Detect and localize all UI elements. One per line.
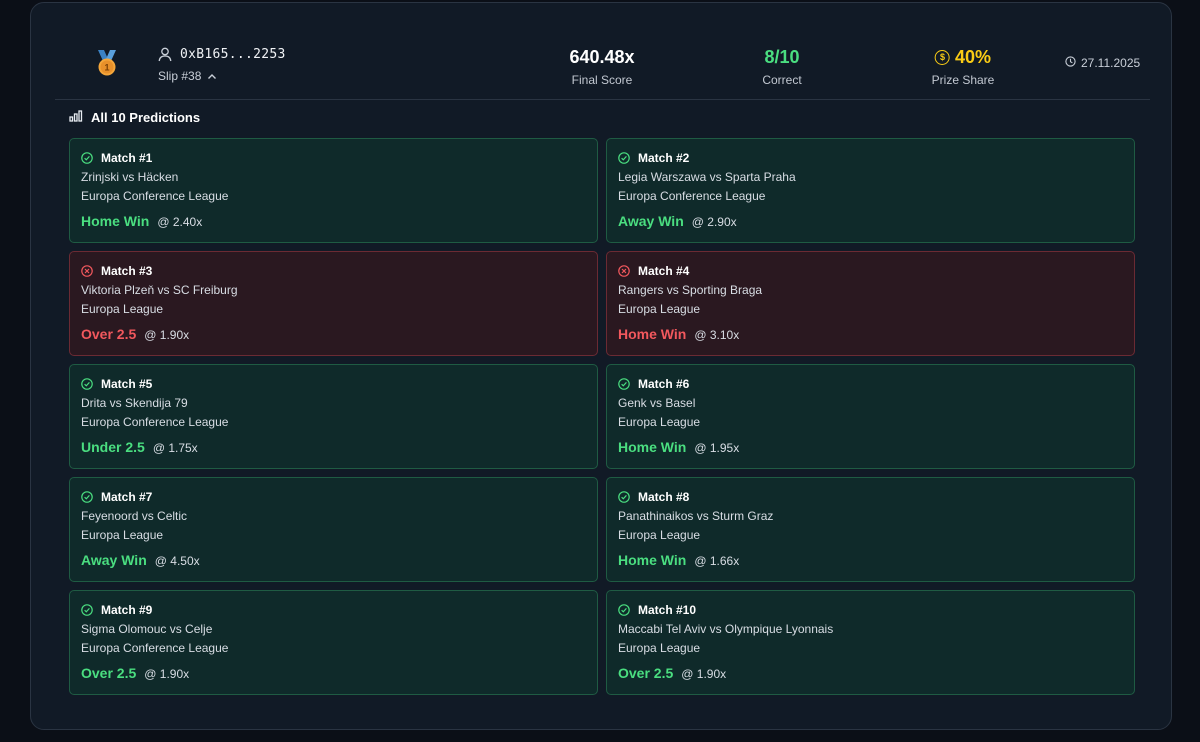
- match-league: Europa Conference League: [81, 641, 229, 655]
- match-teams: Legia Warszawa vs Sparta Praha: [618, 170, 796, 184]
- match-pick: Home Win: [81, 213, 150, 229]
- match-title: Match #8: [638, 490, 690, 504]
- match-teams: Panathinaikos vs Sturm Graz: [618, 509, 774, 523]
- match-card-10: Match #10 Maccabi Tel Aviv vs Olympique …: [606, 590, 1135, 695]
- match-league: Europa Conference League: [81, 189, 229, 203]
- final-score-label: Final Score: [571, 73, 633, 87]
- predictions-title: All 10 Predictions: [91, 110, 201, 125]
- match-title: Match #9: [101, 603, 153, 617]
- match-teams: Drita vs Skendija 79: [81, 396, 188, 410]
- match-card-2: Match #2 Legia Warszawa vs Sparta Praha …: [606, 138, 1135, 243]
- match-pick: Over 2.5: [618, 665, 674, 681]
- match-teams: Rangers vs Sporting Braga: [618, 283, 763, 297]
- wallet-address: 0xB165...2253: [180, 46, 286, 62]
- medal-icon: 1: [95, 49, 119, 77]
- check-circle-icon: [81, 491, 93, 503]
- match-title: Match #6: [638, 377, 690, 391]
- check-circle-icon: [618, 604, 630, 616]
- match-title: Match #10: [638, 603, 697, 617]
- check-circle-icon: [618, 378, 630, 390]
- match-title: Match #4: [638, 264, 690, 278]
- match-odds: @ 2.40x: [157, 215, 203, 229]
- x-circle-icon: [618, 265, 630, 277]
- correct-value: 8/10: [764, 47, 800, 67]
- match-card-1: Match #1 Zrinjski vs Häcken Europa Confe…: [69, 138, 598, 243]
- match-title: Match #7: [101, 490, 153, 504]
- match-league: Europa League: [618, 528, 701, 542]
- match-pick: Away Win: [81, 552, 147, 568]
- match-pick: Over 2.5: [81, 665, 137, 681]
- match-league: Europa League: [81, 528, 164, 542]
- match-card-4: Match #4 Rangers vs Sporting Braga Europ…: [606, 251, 1135, 356]
- match-odds: @ 1.95x: [694, 441, 740, 455]
- match-pick: Home Win: [618, 552, 687, 568]
- correct-stat: 8/10 Correct: [762, 47, 801, 87]
- match-pick: Under 2.5: [81, 439, 145, 455]
- check-circle-icon: [618, 152, 630, 164]
- match-odds: @ 1.90x: [144, 667, 190, 681]
- match-league: Europa League: [81, 302, 164, 316]
- match-pick: Away Win: [618, 213, 684, 229]
- check-circle-icon: [81, 378, 93, 390]
- correct-label: Correct: [762, 73, 802, 87]
- match-pick: Home Win: [618, 326, 687, 342]
- match-teams: Maccabi Tel Aviv vs Olympique Lyonnais: [618, 622, 834, 636]
- match-league: Europa Conference League: [81, 415, 229, 429]
- match-odds: @ 2.90x: [691, 215, 737, 229]
- match-card-3: Match #3 Viktoria Plzeň vs SC Freiburg E…: [69, 251, 598, 356]
- prize-share-label: Prize Share: [931, 73, 995, 87]
- match-odds: @ 1.75x: [152, 441, 198, 455]
- check-circle-icon: [81, 604, 93, 616]
- match-teams: Sigma Olomouc vs Celje: [81, 622, 213, 636]
- clock-icon: [1065, 56, 1076, 70]
- user-info: 0xB165...2253 Slip #38: [158, 45, 286, 84]
- match-card-9: Match #9 Sigma Olomouc vs Celje Europa C…: [69, 590, 598, 695]
- predictions-grid: Match #1 Zrinjski vs Häcken Europa Confe…: [69, 138, 1135, 695]
- final-score-stat: 640.48x Final Score: [569, 47, 634, 87]
- match-pick: Home Win: [618, 439, 687, 455]
- match-card-8: Match #8 Panathinaikos vs Sturm Graz Eur…: [606, 477, 1135, 582]
- date-text: 27.11.2025: [1081, 56, 1141, 70]
- slip-date: 27.11.2025: [1065, 56, 1140, 70]
- match-league: Europa League: [618, 641, 701, 655]
- match-title: Match #5: [101, 377, 153, 391]
- predictions-heading: All 10 Predictions: [69, 110, 200, 125]
- match-odds: @ 1.66x: [694, 554, 740, 568]
- match-odds: @ 1.90x: [144, 328, 190, 342]
- match-title: Match #1: [101, 151, 153, 165]
- match-title: Match #3: [101, 264, 153, 278]
- chevron-up-icon[interactable]: [207, 73, 217, 80]
- slip-card: 1 0xB165...2253 Slip #38 640.48x Final S…: [30, 2, 1172, 730]
- x-circle-icon: [81, 265, 93, 277]
- match-odds: @ 1.90x: [681, 667, 727, 681]
- match-league: Europa Conference League: [618, 189, 766, 203]
- match-teams: Viktoria Plzeň vs SC Freiburg: [81, 283, 238, 297]
- match-card-6: Match #6 Genk vs Basel Europa League Hom…: [606, 364, 1135, 469]
- dollar-coin-icon: $: [934, 49, 950, 65]
- match-teams: Zrinjski vs Häcken: [81, 170, 179, 184]
- medal-rank: 1: [104, 63, 109, 73]
- check-circle-icon: [618, 491, 630, 503]
- slip-label: Slip #38: [158, 69, 202, 83]
- slip-toggle[interactable]: Slip #38: [158, 69, 286, 83]
- user-icon: [158, 47, 172, 62]
- match-odds: @ 3.10x: [694, 328, 740, 342]
- prize-share-stat: $ 40% Prize Share: [932, 47, 995, 87]
- match-teams: Genk vs Basel: [618, 396, 696, 410]
- match-teams: Feyenoord vs Celtic: [81, 509, 188, 523]
- match-title: Match #2: [638, 151, 690, 165]
- match-card-7: Match #7 Feyenoord vs Celtic Europa Leag…: [69, 477, 598, 582]
- final-score-value: 640.48x: [569, 47, 635, 67]
- match-pick: Over 2.5: [81, 326, 137, 342]
- prize-share-value: 40%: [954, 47, 992, 67]
- match-league: Europa League: [618, 302, 701, 316]
- match-card-5: Match #5 Drita vs Skendija 79 Europa Con…: [69, 364, 598, 469]
- bar-chart-icon: [69, 110, 83, 125]
- check-circle-icon: [81, 152, 93, 164]
- match-league: Europa League: [618, 415, 701, 429]
- match-odds: @ 4.50x: [154, 554, 200, 568]
- header-divider: [55, 99, 1150, 100]
